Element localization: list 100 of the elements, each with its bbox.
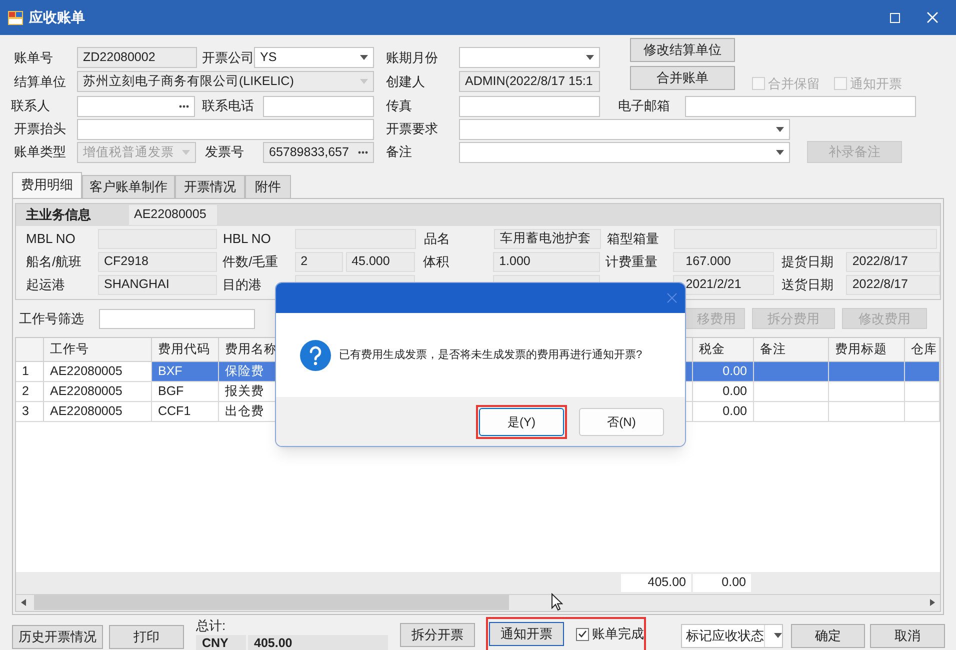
row-number: 1: [16, 362, 44, 380]
column-header[interactable]: 仓库: [905, 338, 940, 360]
column-header[interactable]: 税金: [693, 338, 754, 360]
input-field[interactable]: 65789833,657: [263, 142, 374, 162]
button[interactable]: 修改结算单位: [630, 38, 735, 62]
field-label: 船名/航班: [25, 252, 83, 271]
total-cell: 405.00: [621, 574, 691, 592]
field-label: 传真: [386, 97, 413, 116]
scroll-right-icon[interactable]: [930, 599, 935, 606]
dropdown-field[interactable]: 苏州立刻电子商务有限公司(LIKELIC): [77, 71, 374, 92]
field-label: 送货日期: [780, 276, 834, 294]
input-field[interactable]: 1.000: [493, 252, 600, 272]
column-header[interactable]: 费用代码: [152, 338, 219, 360]
field-label: 工作号筛选: [18, 310, 85, 328]
total-cell: 0.00: [693, 574, 751, 592]
input-field[interactable]: 2022/8/17: [846, 252, 940, 272]
input-field[interactable]: 2022/8/17: [846, 274, 940, 294]
field-label: 账期月份: [386, 48, 439, 67]
field-label: 联系电话: [202, 97, 255, 116]
checkbox-label: 账单完成: [592, 625, 644, 644]
input-field[interactable]: [459, 96, 600, 116]
dialog-message: 已有费用生成发票，是否将未生成发票的费用再进行通知开票?: [339, 348, 642, 363]
dropdown-field[interactable]: 标记应收状态: [681, 624, 783, 648]
table-cell: BGF: [152, 382, 219, 400]
dropdown-caret-icon[interactable]: [776, 126, 784, 132]
input-field[interactable]: [685, 96, 916, 116]
dropdown-field[interactable]: YS: [254, 47, 374, 68]
cursor-icon: [551, 593, 563, 611]
field-label: 体积: [422, 252, 450, 271]
input-field[interactable]: AE22080005: [129, 204, 217, 224]
tab[interactable]: 费用明细: [12, 172, 82, 198]
field-label: 提货日期: [780, 252, 834, 271]
input-field[interactable]: [263, 96, 374, 116]
dropdown-field[interactable]: [459, 142, 790, 162]
scroll-left-icon[interactable]: [21, 599, 26, 606]
button[interactable]: 否(N): [579, 408, 664, 436]
checkbox-label: 合并保留: [768, 75, 820, 93]
input-field[interactable]: SHANGHAI: [98, 274, 217, 294]
dropdown-field[interactable]: [459, 47, 600, 68]
input-field[interactable]: CF2918: [98, 252, 217, 272]
input-field[interactable]: ZD22080002: [77, 47, 197, 68]
input-field[interactable]: 2021/2/21: [672, 274, 774, 294]
total-label: 总计:: [196, 618, 227, 632]
field-label: 计费重量: [604, 252, 659, 271]
dropdown-caret-icon[interactable]: [586, 55, 594, 60]
field-label: 开票要求: [386, 120, 439, 138]
checkbox-label: 通知开票: [850, 75, 902, 93]
currency-cell: CNY: [196, 634, 246, 650]
field-label: 账单类型: [13, 143, 67, 162]
column-header[interactable]: 工作号: [44, 338, 152, 360]
maximize-icon[interactable]: [890, 12, 900, 22]
tab[interactable]: 开票情况: [175, 174, 245, 198]
tab[interactable]: 客户账单制作: [82, 174, 175, 198]
button[interactable]: 确定: [791, 624, 865, 648]
app-icon: [8, 10, 23, 24]
check-icon: [578, 630, 587, 638]
input-field[interactable]: [99, 308, 255, 328]
button[interactable]: 通知开票: [489, 622, 564, 646]
input-field[interactable]: ADMIN(2022/8/17 15:1: [459, 71, 600, 92]
dropdown-caret-icon[interactable]: [774, 633, 782, 638]
input-field[interactable]: 车用蓄电池护套: [494, 228, 601, 248]
field-label: 开票抬头: [13, 120, 67, 138]
field-label: 件数/毛重: [222, 252, 280, 271]
input-field[interactable]: 167.000: [672, 252, 774, 272]
button[interactable]: 拆分开票: [400, 622, 475, 646]
button[interactable]: 合并账单: [630, 66, 735, 90]
field-label: 发票号: [205, 143, 245, 162]
table-cell: 0.00: [693, 382, 754, 400]
dropdown-caret-icon[interactable]: [360, 55, 368, 60]
field-label: 电子邮箱: [618, 97, 671, 116]
field-label: 创建人: [386, 72, 426, 91]
button[interactable]: 历史开票情况: [12, 624, 103, 648]
input-field[interactable]: 2: [294, 252, 343, 272]
button[interactable]: 打印: [109, 624, 184, 648]
section-title: 主业务信息: [25, 206, 92, 224]
field-label: 账单号: [13, 48, 54, 67]
more-icon[interactable]: [358, 150, 368, 154]
table-cell: CCF1: [152, 402, 219, 420]
field-label: MBL NO: [25, 230, 76, 248]
input-field[interactable]: 45.000: [346, 252, 416, 272]
field-label: 品名: [423, 230, 451, 248]
input-field[interactable]: [77, 96, 195, 116]
input-field[interactable]: [77, 118, 374, 140]
column-header[interactable]: 费用标题: [829, 338, 905, 360]
field-label: 目的港: [222, 276, 263, 294]
dropdown-field[interactable]: [459, 118, 790, 140]
checkbox[interactable]: [576, 628, 589, 640]
field-label: HBL NO: [222, 230, 272, 248]
field-label: 联系人: [10, 97, 51, 116]
window-title: 应收账单: [29, 8, 85, 27]
button[interactable]: 取消: [870, 624, 945, 648]
horizontal-scrollbar[interactable]: [16, 594, 940, 610]
amount-cell: 405.00: [248, 634, 388, 650]
question-icon: [300, 340, 331, 370]
button[interactable]: 是(Y): [479, 408, 564, 436]
more-icon[interactable]: [179, 104, 189, 108]
column-header[interactable]: 备注: [754, 338, 829, 360]
scrollbar-thumb[interactable]: [34, 595, 509, 610]
tab[interactable]: 附件: [245, 174, 291, 198]
dropdown-caret-icon[interactable]: [776, 150, 784, 154]
